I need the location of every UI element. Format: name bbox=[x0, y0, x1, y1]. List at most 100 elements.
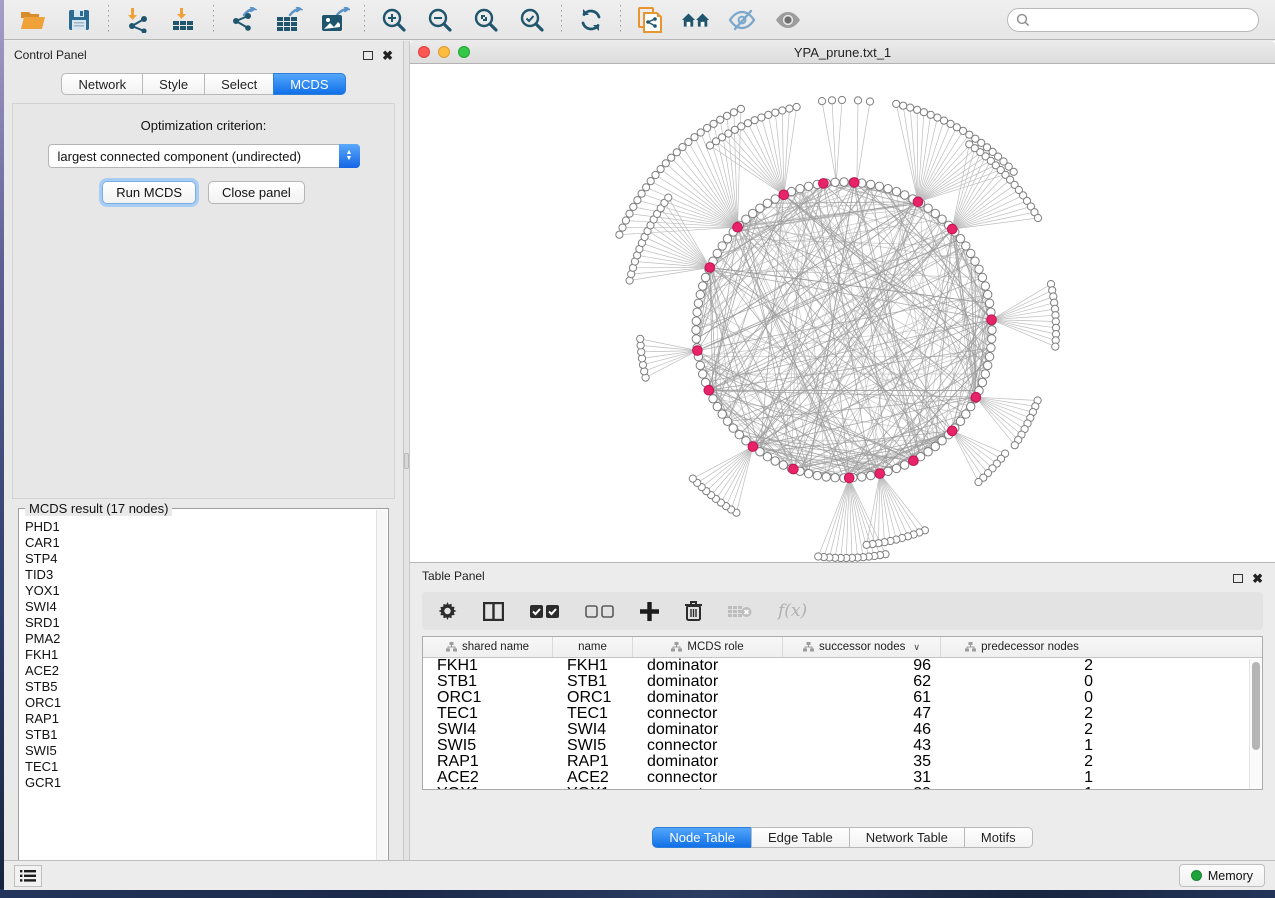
hide-selected-icon[interactable] bbox=[727, 5, 757, 35]
add-column-icon[interactable] bbox=[640, 602, 659, 621]
desktop-background-bottom bbox=[0, 889, 1275, 898]
close-panel-button[interactable]: Close panel bbox=[208, 181, 305, 204]
result-node-item[interactable]: ORC1 bbox=[25, 695, 376, 711]
float-table-panel-icon[interactable] bbox=[1233, 574, 1243, 583]
table-row[interactable]: TEC1TEC1connector472 bbox=[423, 706, 1262, 722]
save-icon[interactable] bbox=[64, 5, 94, 35]
table-row[interactable]: SWI4SWI4dominator462 bbox=[423, 722, 1262, 738]
close-window-icon[interactable] bbox=[418, 46, 430, 58]
result-node-item[interactable]: STP4 bbox=[25, 551, 376, 567]
tab-style[interactable]: Style bbox=[142, 73, 204, 95]
table-row[interactable]: ORC1ORC1dominator610 bbox=[423, 690, 1262, 706]
import-network-icon[interactable] bbox=[123, 5, 153, 35]
result-node-item[interactable]: RAP1 bbox=[25, 711, 376, 727]
column-chooser-icon[interactable] bbox=[483, 602, 504, 621]
tab-select[interactable]: Select bbox=[204, 73, 273, 95]
column-header-successor-nodes[interactable]: successor nodes∨ bbox=[783, 637, 941, 657]
zoom-out-icon[interactable] bbox=[425, 5, 455, 35]
table-cell: dominator bbox=[633, 754, 783, 770]
status-bar: Memory bbox=[4, 860, 1275, 890]
network-graph[interactable] bbox=[410, 64, 1275, 562]
table-scrollbar[interactable] bbox=[1249, 659, 1262, 789]
table-row[interactable]: ACE2ACE2connector311 bbox=[423, 770, 1262, 786]
network-title: YPA_prune.txt_1 bbox=[410, 45, 1275, 60]
table-row[interactable]: FKH1FKH1dominator962 bbox=[423, 658, 1262, 674]
table-scrollbar-thumb[interactable] bbox=[1252, 662, 1260, 750]
result-node-item[interactable]: PHD1 bbox=[25, 519, 376, 535]
optimization-criterion-label: Optimization criterion: bbox=[13, 118, 394, 133]
result-node-item[interactable]: TID3 bbox=[25, 567, 376, 583]
duplicate-network-icon[interactable] bbox=[635, 5, 665, 35]
table-cell: SWI5 bbox=[553, 738, 633, 754]
network-canvas[interactable] bbox=[410, 64, 1275, 562]
table-cell: dominator bbox=[633, 674, 783, 690]
table-cell: SWI5 bbox=[423, 738, 553, 754]
tab-node-table[interactable]: Node Table bbox=[652, 827, 751, 848]
result-node-item[interactable]: SWI5 bbox=[25, 743, 376, 759]
memory-button[interactable]: Memory bbox=[1179, 864, 1265, 887]
tab-mcds[interactable]: MCDS bbox=[273, 73, 345, 95]
minimize-window-icon[interactable] bbox=[438, 46, 450, 58]
column-header-predecessor-nodes[interactable]: predecessor nodes bbox=[941, 637, 1103, 657]
import-table-icon[interactable] bbox=[169, 5, 199, 35]
float-panel-icon[interactable] bbox=[363, 51, 373, 60]
mcds-panel: Optimization criterion: largest connecte… bbox=[12, 103, 395, 499]
table-cell: 2 bbox=[941, 754, 1103, 770]
zoom-selected-icon[interactable] bbox=[517, 5, 547, 35]
table-row[interactable]: STB1STB1dominator620 bbox=[423, 674, 1262, 690]
result-node-item[interactable]: STB1 bbox=[25, 727, 376, 743]
column-header-name[interactable]: name bbox=[553, 637, 633, 657]
result-node-item[interactable]: ACE2 bbox=[25, 663, 376, 679]
result-node-item[interactable]: STB5 bbox=[25, 679, 376, 695]
result-node-item[interactable]: FKH1 bbox=[25, 647, 376, 663]
column-header-MCDS-role[interactable]: MCDS role bbox=[633, 637, 783, 657]
vertical-splitter[interactable] bbox=[403, 41, 410, 860]
network-titlebar[interactable]: YPA_prune.txt_1 bbox=[410, 41, 1275, 64]
settings-gear-icon[interactable] bbox=[438, 602, 457, 621]
table-cell: 46 bbox=[783, 722, 941, 738]
result-node-item[interactable]: YOX1 bbox=[25, 583, 376, 599]
table-row[interactable]: RAP1RAP1dominator352 bbox=[423, 754, 1262, 770]
open-file-icon[interactable] bbox=[18, 5, 48, 35]
table-row[interactable]: SWI5SWI5connector431 bbox=[423, 738, 1262, 754]
node-table[interactable]: shared namenameMCDS rolesuccessor nodes∨… bbox=[422, 636, 1263, 790]
result-scrollbar[interactable] bbox=[376, 510, 387, 876]
result-node-item[interactable]: PMA2 bbox=[25, 631, 376, 647]
tab-network[interactable]: Network bbox=[61, 73, 142, 95]
task-history-button[interactable] bbox=[14, 865, 42, 887]
show-all-icon[interactable] bbox=[773, 5, 803, 35]
column-header-shared-name[interactable]: shared name bbox=[423, 637, 553, 657]
mcds-result-box: MCDS result (17 nodes) PHD1CAR1STP4TID3Y… bbox=[18, 508, 389, 878]
control-panel: Control Panel ✖ NetworkStyleSelectMCDS O… bbox=[4, 41, 403, 860]
tab-motifs[interactable]: Motifs bbox=[964, 827, 1033, 848]
result-node-item[interactable]: TEC1 bbox=[25, 759, 376, 775]
result-node-item[interactable]: SWI4 bbox=[25, 599, 376, 615]
tab-edge-table[interactable]: Edge Table bbox=[751, 827, 849, 848]
result-node-item[interactable]: CAR1 bbox=[25, 535, 376, 551]
splitter-grip[interactable] bbox=[404, 453, 409, 469]
table-toolbar: f(x) bbox=[422, 592, 1263, 630]
zoom-window-icon[interactable] bbox=[458, 46, 470, 58]
close-table-panel-icon[interactable]: ✖ bbox=[1252, 574, 1263, 583]
delete-column-icon[interactable] bbox=[685, 601, 702, 621]
close-panel-icon[interactable]: ✖ bbox=[382, 51, 393, 60]
zoom-fit-icon[interactable] bbox=[471, 5, 501, 35]
search-input[interactable] bbox=[1007, 8, 1259, 32]
cytoscape-window: Control Panel ✖ NetworkStyleSelectMCDS O… bbox=[4, 0, 1275, 890]
mcds-result-list[interactable]: PHD1CAR1STP4TID3YOX1SWI4SRD1PMA2FKH1ACE2… bbox=[25, 519, 376, 875]
criterion-dropdown[interactable]: largest connected component (undirected)… bbox=[48, 144, 360, 168]
result-node-item[interactable]: SRD1 bbox=[25, 615, 376, 631]
deselect-all-icon[interactable] bbox=[585, 605, 614, 618]
select-all-icon[interactable] bbox=[530, 605, 559, 618]
run-mcds-button[interactable]: Run MCDS bbox=[102, 181, 196, 204]
export-network-icon[interactable] bbox=[228, 5, 258, 35]
table-row[interactable]: YOX1YOX1connector291 bbox=[423, 786, 1262, 790]
table-cell: RAP1 bbox=[553, 754, 633, 770]
export-image-icon[interactable] bbox=[320, 5, 350, 35]
tab-network-table[interactable]: Network Table bbox=[849, 827, 964, 848]
result-node-item[interactable]: GCR1 bbox=[25, 775, 376, 791]
first-neighbors-icon[interactable] bbox=[681, 5, 711, 35]
zoom-in-icon[interactable] bbox=[379, 5, 409, 35]
refresh-icon[interactable] bbox=[576, 5, 606, 35]
export-table-icon[interactable] bbox=[274, 5, 304, 35]
